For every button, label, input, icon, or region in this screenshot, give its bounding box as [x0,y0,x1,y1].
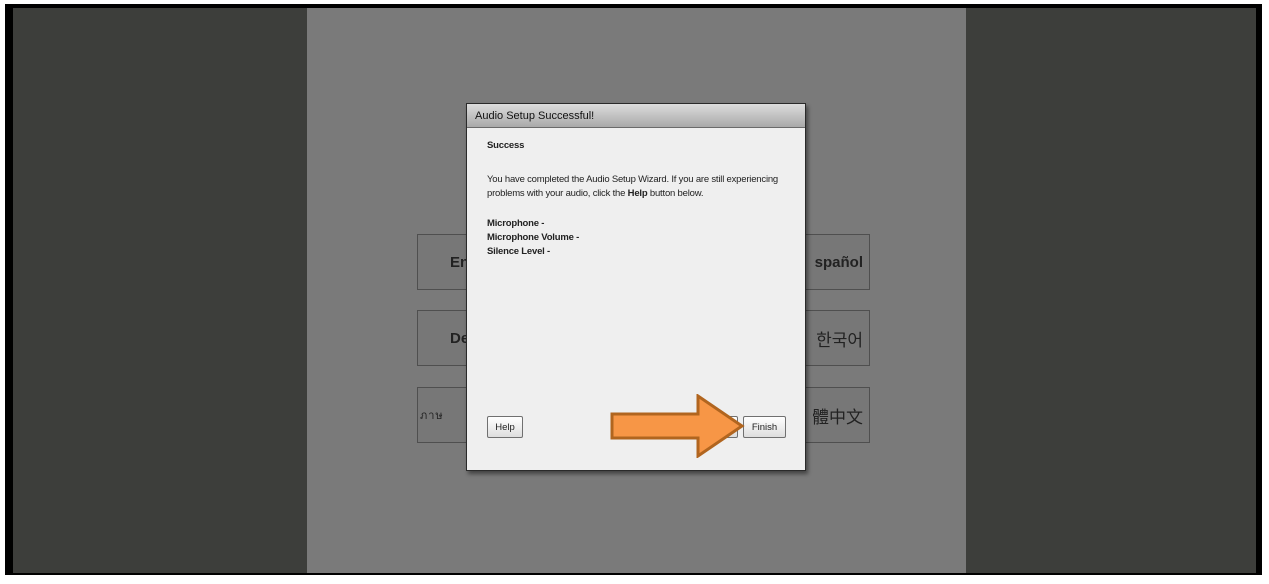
finish-button[interactable]: Finish [743,416,786,438]
language-label: spañol [814,253,863,271]
message-help-emphasis: Help [627,188,648,199]
help-button[interactable]: Help [487,416,523,438]
microphone-volume-status: Microphone Volume - [487,232,580,243]
left-panel [13,8,307,573]
message-text-end: button below. [647,188,704,199]
right-panel [966,8,1256,573]
language-label: 體中文 [812,407,863,427]
completion-message: You have completed the Audio Setup Wizar… [487,173,787,201]
language-label: ภาษ [420,410,444,422]
arrow-icon [610,394,745,458]
dialog-body: Success You have completed the Audio Set… [467,128,805,259]
microphone-status: Microphone - [487,218,545,229]
silence-level-status: Silence Level - [487,246,551,257]
language-label: 한국어 [816,330,863,350]
success-heading: Success [487,140,525,151]
dialog-title: Audio Setup Successful! [467,104,805,128]
